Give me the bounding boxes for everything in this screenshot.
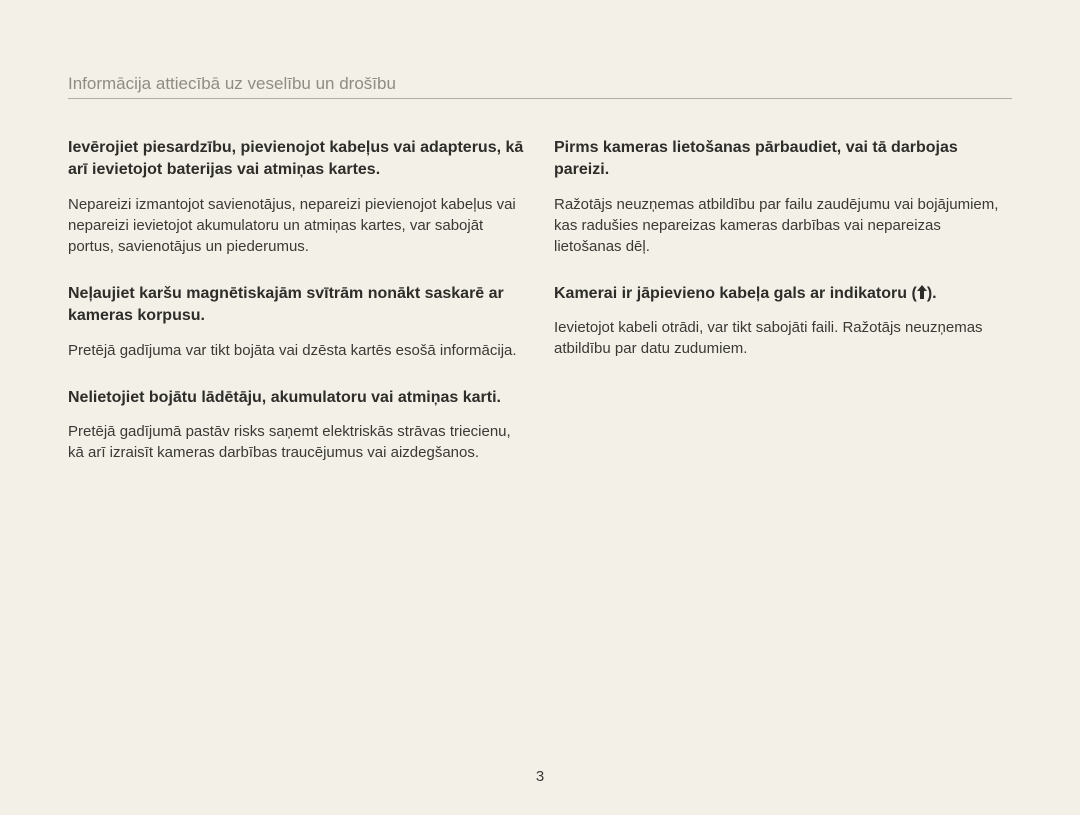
section-heading: Pirms kameras lietošanas pārbaudiet, vai… xyxy=(554,137,1012,182)
section-body: Pretējā gadījuma var tikt bojāta vai dzē… xyxy=(68,340,526,361)
section-heading: Nelietojiet bojātu lādētāju, akumulatoru… xyxy=(68,387,526,409)
section-2: Neļaujiet karšu magnētiskajām svītrām no… xyxy=(68,283,526,361)
up-arrow-icon xyxy=(917,283,927,305)
section-body: Pretējā gadījumā pastāv risks saņemt ele… xyxy=(68,421,526,463)
heading-suffix: ). xyxy=(927,285,937,302)
heading-prefix: Kamerai ir jāpievieno kabeļa gals ar ind… xyxy=(554,285,917,302)
section-body: Ražotājs neuzņemas atbildību par failu z… xyxy=(554,194,1012,257)
left-column: Ievērojiet piesardzību, pievienojot kabe… xyxy=(68,137,526,489)
section-heading: Kamerai ir jāpievieno kabeļa gals ar ind… xyxy=(554,283,1012,305)
page-header-title: Informācija attiecībā uz veselību un dro… xyxy=(68,74,1012,99)
content-area: Ievērojiet piesardzību, pievienojot kabe… xyxy=(68,137,1012,489)
section-3: Nelietojiet bojātu lādētāju, akumulatoru… xyxy=(68,387,526,463)
section-heading: Ievērojiet piesardzību, pievienojot kabe… xyxy=(68,137,526,182)
section-1: Ievērojiet piesardzību, pievienojot kabe… xyxy=(68,137,526,257)
right-column: Pirms kameras lietošanas pārbaudiet, vai… xyxy=(554,137,1012,489)
section-heading: Neļaujiet karšu magnētiskajām svītrām no… xyxy=(68,283,526,328)
page-number: 3 xyxy=(536,768,544,785)
section-body: Nepareizi izmantojot savienotājus, nepar… xyxy=(68,194,526,257)
section-body: Ievietojot kabeli otrādi, var tikt saboj… xyxy=(554,317,1012,359)
section-5: Kamerai ir jāpievieno kabeļa gals ar ind… xyxy=(554,283,1012,359)
section-4: Pirms kameras lietošanas pārbaudiet, vai… xyxy=(554,137,1012,257)
